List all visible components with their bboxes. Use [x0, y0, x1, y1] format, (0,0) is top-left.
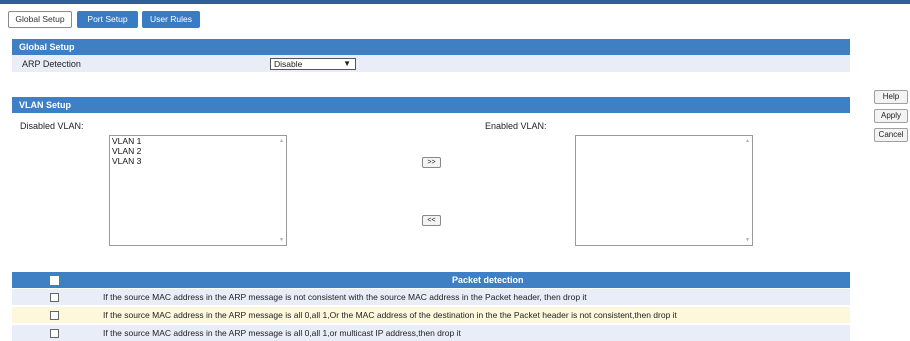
scroll-down-icon[interactable]: ▼	[279, 237, 284, 243]
table-row: If the source MAC address in the ARP mes…	[12, 289, 850, 305]
rule-checkbox[interactable]	[50, 329, 59, 338]
scroll-down-icon[interactable]: ▼	[745, 237, 750, 243]
arp-detection-select[interactable]: Disable ▼	[270, 58, 356, 70]
enabled-vlan-list[interactable]: ▲ ▼	[575, 135, 753, 246]
apply-button[interactable]: Apply	[874, 109, 908, 123]
enabled-vlan-label: Enabled VLAN:	[485, 121, 547, 131]
select-all-checkbox[interactable]	[50, 276, 59, 285]
move-right-button[interactable]: >>	[422, 157, 441, 168]
rule-checkbox[interactable]	[50, 311, 59, 320]
disabled-vlan-label: Disabled VLAN:	[20, 121, 84, 131]
rule-text: If the source MAC address in the ARP mes…	[103, 328, 461, 338]
help-button[interactable]: Help	[874, 90, 908, 104]
arp-detection-label: ARP Detection	[22, 59, 81, 69]
list-item[interactable]: VLAN 3	[110, 156, 286, 166]
tab-global-setup[interactable]: Global Setup	[8, 11, 72, 28]
cancel-button[interactable]: Cancel	[874, 128, 908, 142]
tab-user-rules[interactable]: User Rules	[142, 11, 200, 28]
packet-detection-title: Packet detection	[452, 275, 524, 285]
rule-text: If the source MAC address in the ARP mes…	[103, 310, 677, 320]
list-item[interactable]: VLAN 1	[110, 136, 286, 146]
packet-detection-header: Packet detection	[12, 272, 850, 288]
table-row: If the source MAC address in the ARP mes…	[12, 307, 850, 323]
rule-checkbox[interactable]	[50, 293, 59, 302]
arp-detection-row	[12, 55, 850, 72]
vlan-setup-header: VLAN Setup	[12, 97, 850, 113]
scroll-up-icon[interactable]: ▲	[745, 138, 750, 144]
arp-detection-value: Disable	[274, 59, 303, 69]
list-item[interactable]: VLAN 2	[110, 146, 286, 156]
disabled-vlan-list[interactable]: VLAN 1 VLAN 2 VLAN 3 ▲ ▼	[109, 135, 287, 246]
tab-port-setup[interactable]: Port Setup	[77, 11, 138, 28]
move-left-button[interactable]: <<	[422, 215, 441, 226]
top-accent-bar	[0, 0, 910, 4]
table-row: If the source MAC address in the ARP mes…	[12, 325, 850, 341]
chevron-down-icon: ▼	[343, 59, 351, 68]
global-setup-header: Global Setup	[12, 39, 850, 55]
rule-text: If the source MAC address in the ARP mes…	[103, 292, 587, 302]
scroll-up-icon[interactable]: ▲	[279, 138, 284, 144]
